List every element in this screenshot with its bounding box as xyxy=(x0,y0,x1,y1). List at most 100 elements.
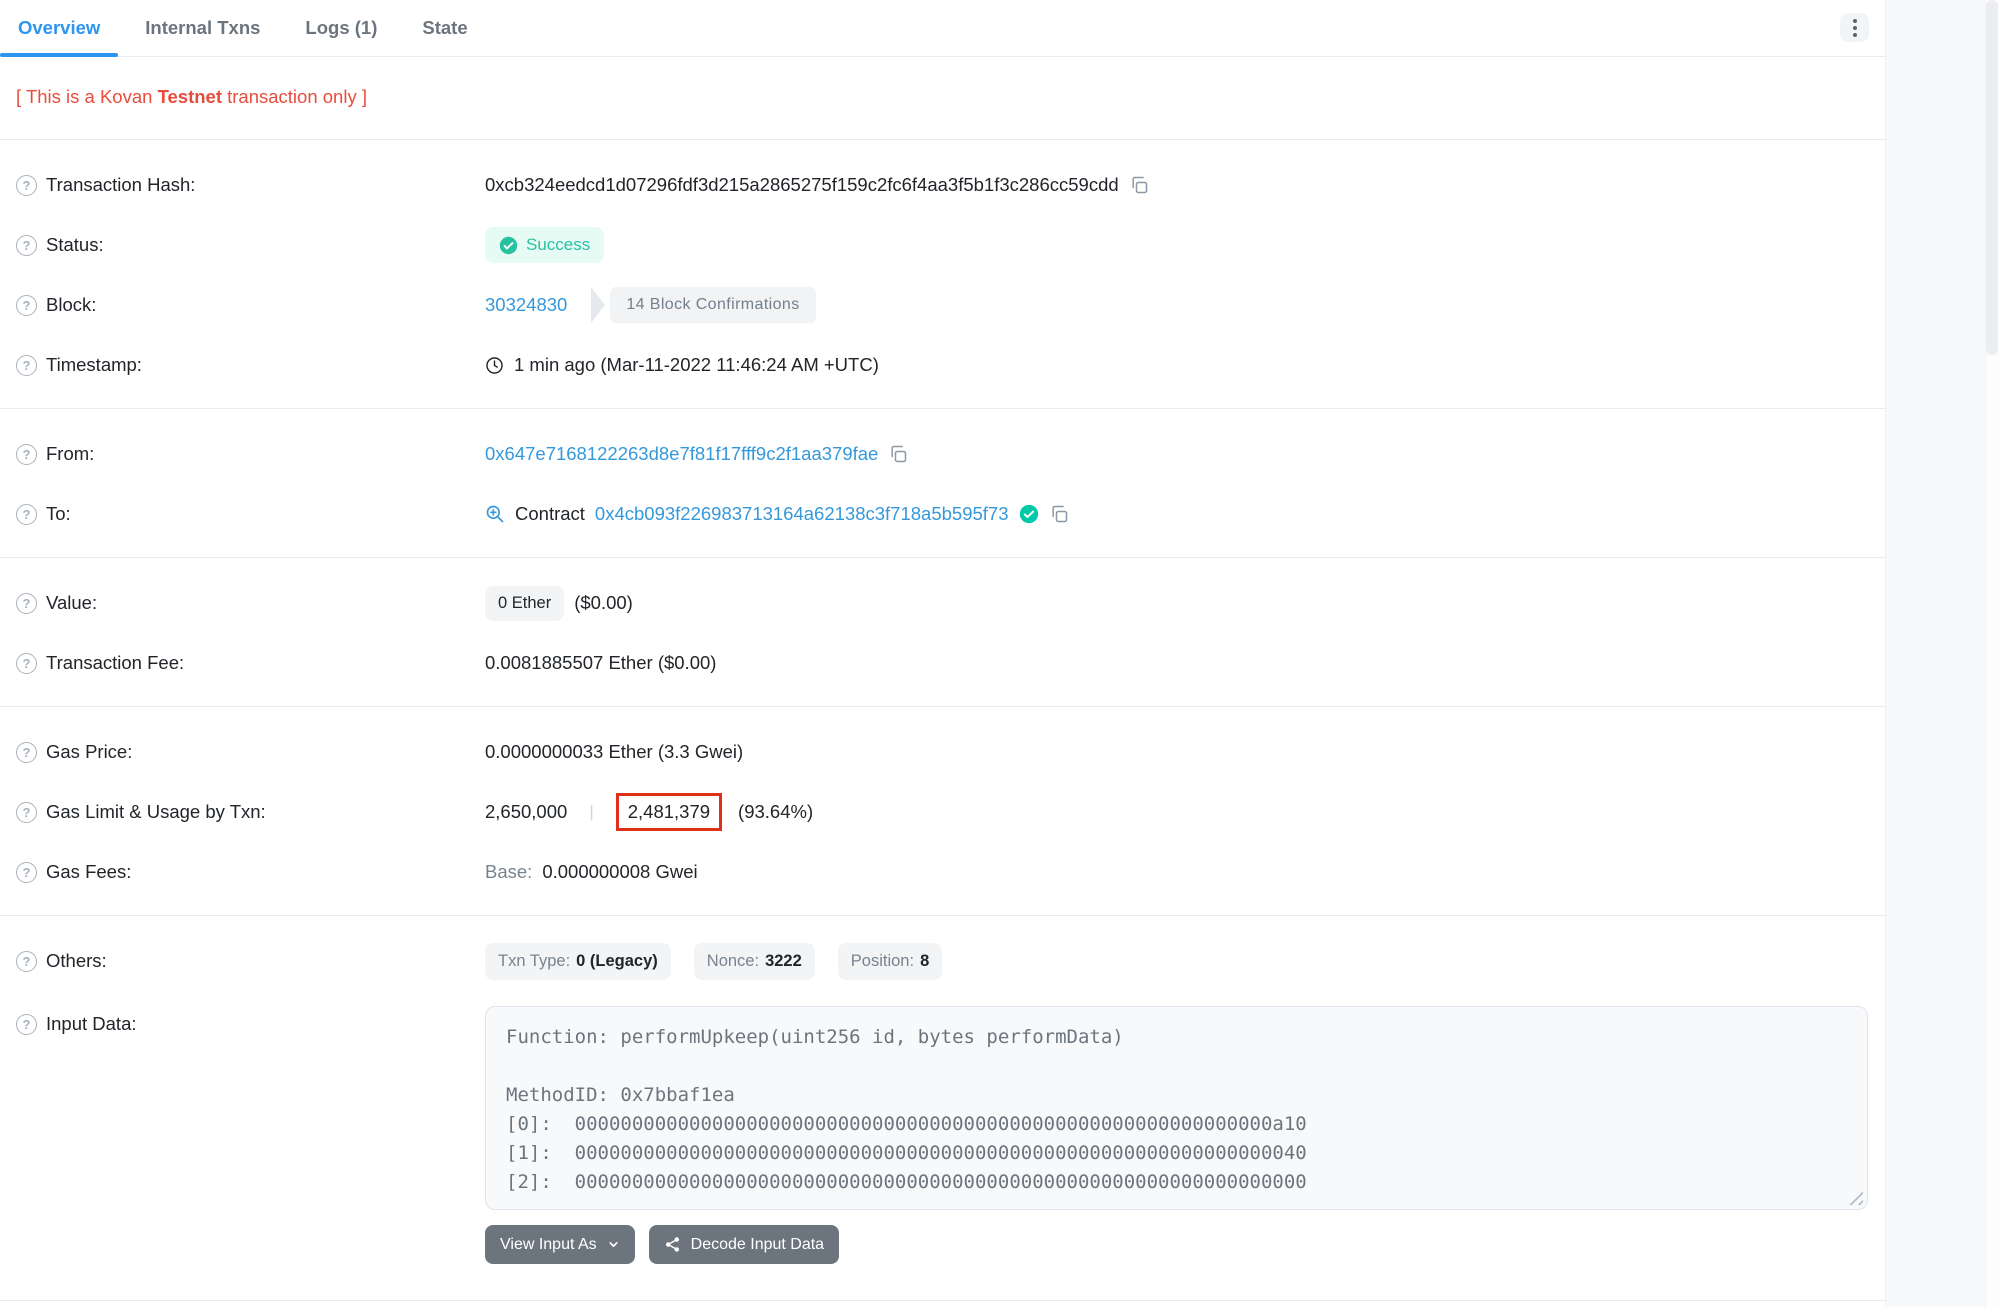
scrollbar[interactable] xyxy=(1985,0,1999,1307)
to-contract-address-link[interactable]: 0x4cb093f226983713164a62138c3f718a5b595f… xyxy=(595,503,1009,525)
nonce-label: Nonce: xyxy=(707,952,759,971)
help-icon[interactable] xyxy=(16,235,37,256)
from-label: From: xyxy=(46,443,94,465)
section-overview-top: Transaction Hash: 0xcb324eedcd1d07296fdf… xyxy=(0,140,1885,409)
chevron-down-icon xyxy=(607,1238,620,1251)
row-block: Block: 30324830 14 Block Confirmations xyxy=(0,286,1885,324)
active-tab-underline xyxy=(0,53,118,57)
tab-bar: Overview Internal Txns Logs (1) State xyxy=(0,0,1885,57)
ether-value-badge: 0 Ether xyxy=(485,586,564,621)
block-confirmations-badge: 14 Block Confirmations xyxy=(591,287,815,323)
input-data-box[interactable]: Function: performUpkeep(uint256 id, byte… xyxy=(485,1006,1868,1210)
magnifier-plus-icon[interactable] xyxy=(485,504,505,524)
transaction-fee-label: Transaction Fee: xyxy=(46,652,184,674)
row-gas-price: Gas Price: 0.0000000033 Ether (3.3 Gwei) xyxy=(0,733,1885,771)
section-addresses: From: 0x647e7168122263d8e7f81f17fff9c2f1… xyxy=(0,409,1885,558)
gas-used-percent: (93.64%) xyxy=(738,801,813,823)
tab-state[interactable]: State xyxy=(404,0,485,56)
row-status: Status: Success xyxy=(0,226,1885,264)
status-badge: Success xyxy=(485,227,604,263)
help-icon[interactable] xyxy=(16,593,37,614)
tab-logs[interactable]: Logs (1) xyxy=(287,0,395,56)
position-value: 8 xyxy=(920,952,929,971)
help-icon[interactable] xyxy=(16,742,37,763)
tab-overview[interactable]: Overview xyxy=(0,0,118,56)
gas-limit-label: Gas Limit & Usage by Txn: xyxy=(46,801,266,823)
row-others: Others: Txn Type: 0 (Legacy) Nonce: 3222… xyxy=(0,942,1885,980)
value-usd: ($0.00) xyxy=(574,592,633,614)
row-value: Value: 0 Ether ($0.00) xyxy=(0,584,1885,622)
section-value-fee: Value: 0 Ether ($0.00) Transaction Fee: … xyxy=(0,558,1885,707)
help-icon[interactable] xyxy=(16,295,37,316)
row-gas-limit-usage: Gas Limit & Usage by Txn: 2,650,000 | 2,… xyxy=(0,793,1885,831)
help-icon[interactable] xyxy=(16,951,37,972)
txn-type-value: 0 (Legacy) xyxy=(576,952,658,971)
value-label: Value: xyxy=(46,592,97,614)
gas-separator: | xyxy=(589,802,593,822)
row-timestamp: Timestamp: 1 min ago (Mar-11-2022 11:46:… xyxy=(0,346,1885,384)
confirmations-text: 14 Block Confirmations xyxy=(610,287,815,323)
page-background-rail xyxy=(1885,0,1999,1307)
scrollbar-thumb[interactable] xyxy=(1986,0,1998,355)
decode-input-data-button[interactable]: Decode Input Data xyxy=(649,1225,839,1264)
row-from: From: 0x647e7168122263d8e7f81f17fff9c2f1… xyxy=(0,435,1885,473)
success-check-icon xyxy=(499,236,518,255)
verified-check-icon xyxy=(1019,504,1039,524)
input-data-actions: View Input As Decode Input Data xyxy=(485,1225,839,1264)
help-icon[interactable] xyxy=(16,355,37,376)
copy-from-address-button[interactable] xyxy=(888,444,908,464)
position-label: Position: xyxy=(851,952,914,971)
row-transaction-fee: Transaction Fee: 0.0081885507 Ether ($0.… xyxy=(0,644,1885,682)
from-address-link[interactable]: 0x647e7168122263d8e7f81f17fff9c2f1aa379f… xyxy=(485,443,878,465)
copy-transaction-hash-button[interactable] xyxy=(1129,175,1149,195)
copy-to-address-button[interactable] xyxy=(1049,504,1069,524)
tab-logs-label: Logs (1) xyxy=(305,17,377,39)
gas-price-label: Gas Price: xyxy=(46,741,132,763)
resize-grip-icon[interactable] xyxy=(1849,1191,1863,1205)
view-input-as-button[interactable]: View Input As xyxy=(485,1225,635,1264)
section-gas: Gas Price: 0.0000000033 Ether (3.3 Gwei)… xyxy=(0,707,1885,916)
row-transaction-hash: Transaction Hash: 0xcb324eedcd1d07296fdf… xyxy=(0,166,1885,204)
block-number-link[interactable]: 30324830 xyxy=(485,294,567,316)
row-to: To: Contract 0x4cb093f226983713164a62138… xyxy=(0,495,1885,533)
status-value: Success xyxy=(526,235,590,255)
base-fee-value: 0.000000008 Gwei xyxy=(542,861,697,883)
gas-limit-value: 2,650,000 xyxy=(485,801,567,823)
clock-icon xyxy=(485,356,504,375)
view-input-as-label: View Input As xyxy=(500,1236,597,1254)
confirmations-arrow-icon xyxy=(591,287,605,323)
annotation-box-gas-used: 2,481,379 xyxy=(616,793,722,831)
txn-type-label: Txn Type: xyxy=(498,952,570,971)
copy-icon xyxy=(1129,175,1149,195)
testnet-notice: [ This is a Kovan Testnet transaction on… xyxy=(0,57,1885,140)
transaction-details-card: Overview Internal Txns Logs (1) State [ … xyxy=(0,0,1885,1301)
base-fee-label: Base: xyxy=(485,861,532,883)
gas-fees-label: Gas Fees: xyxy=(46,861,131,883)
tab-internal-txns[interactable]: Internal Txns xyxy=(127,0,278,56)
transaction-fee-value: 0.0081885507 Ether ($0.00) xyxy=(485,652,716,674)
notice-suffix: transaction only ] xyxy=(222,86,367,107)
nonce-value: 3222 xyxy=(765,952,802,971)
help-icon[interactable] xyxy=(16,653,37,674)
input-data-content: Function: performUpkeep(uint256 id, byte… xyxy=(506,1023,1847,1197)
more-options-button[interactable] xyxy=(1840,13,1869,42)
help-icon[interactable] xyxy=(16,175,37,196)
help-icon[interactable] xyxy=(16,504,37,525)
transaction-hash-label: Transaction Hash: xyxy=(46,174,195,196)
help-icon[interactable] xyxy=(16,802,37,823)
input-data-label: Input Data: xyxy=(46,1013,137,1035)
gas-price-value: 0.0000000033 Ether (3.3 Gwei) xyxy=(485,741,743,763)
section-others-input: Others: Txn Type: 0 (Legacy) Nonce: 3222… xyxy=(0,916,1885,1301)
txn-type-badge: Txn Type: 0 (Legacy) xyxy=(485,943,671,980)
copy-icon xyxy=(888,444,908,464)
contract-word: Contract xyxy=(515,503,585,525)
help-icon[interactable] xyxy=(16,444,37,465)
help-icon[interactable] xyxy=(16,1014,37,1035)
help-icon[interactable] xyxy=(16,862,37,883)
decode-icon xyxy=(664,1236,681,1253)
timestamp-label: Timestamp: xyxy=(46,354,142,376)
others-label: Others: xyxy=(46,950,107,972)
status-label: Status: xyxy=(46,234,104,256)
timestamp-value: 1 min ago (Mar-11-2022 11:46:24 AM +UTC) xyxy=(514,354,879,376)
notice-prefix: [ This is a Kovan xyxy=(16,86,158,107)
